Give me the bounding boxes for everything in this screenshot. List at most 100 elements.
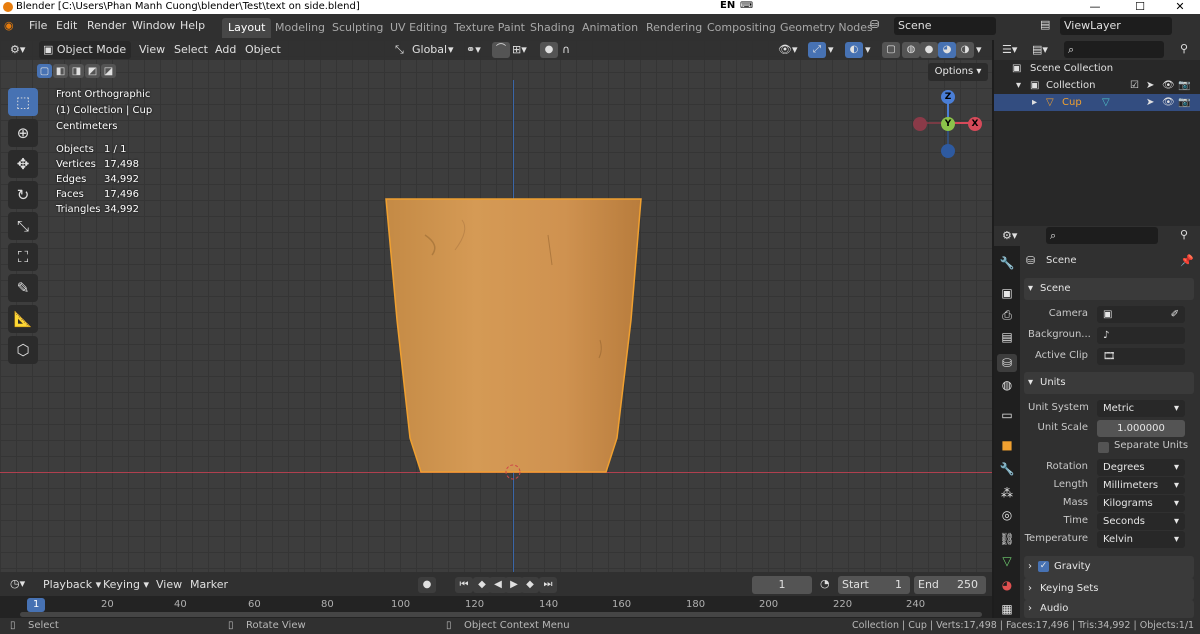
select-extend-icon[interactable]: ◧ xyxy=(53,64,68,78)
filter-icon[interactable]: ⚲ xyxy=(1180,42,1188,55)
wireframe-shading-icon[interactable]: ◍ xyxy=(902,42,920,58)
camera-icon[interactable]: 📷 xyxy=(1178,94,1190,111)
audio-panel-header[interactable]: › Audio xyxy=(1024,600,1194,618)
menu-add[interactable]: Add xyxy=(215,43,236,56)
pin-icon[interactable]: ⚲ xyxy=(1180,228,1188,241)
scene-tab-icon[interactable]: ⛁ xyxy=(997,354,1017,372)
object-tab-icon[interactable]: ■ xyxy=(997,436,1017,454)
pin-icon[interactable]: 📌 xyxy=(1180,254,1194,267)
solid-shading-icon[interactable]: ● xyxy=(920,42,938,58)
select-arrow-icon[interactable]: ➤ xyxy=(1146,77,1154,94)
data-tab-icon[interactable]: ▽ xyxy=(997,552,1017,570)
render-tab-icon[interactable]: ▣ xyxy=(997,284,1017,302)
cup-object[interactable] xyxy=(0,40,992,572)
falloff-icon[interactable]: ∩ xyxy=(562,43,570,56)
physics-tab-icon[interactable]: ◎ xyxy=(997,506,1017,524)
texture-tab-icon[interactable]: ▦ xyxy=(997,600,1017,618)
select-intersect-icon[interactable]: ◪ xyxy=(101,64,116,78)
mass-select[interactable]: Kilograms ▾ xyxy=(1097,495,1185,512)
outliner-object-cup[interactable]: ▸ ▽ Cup ▽ ➤ 👁 📷 xyxy=(994,94,1200,111)
select-box-tool-icon[interactable]: ⬚ xyxy=(8,88,38,116)
keying-sets-panel-header[interactable]: › Keying Sets xyxy=(1024,578,1194,600)
output-tab-icon[interactable]: ⎙ xyxy=(997,306,1017,324)
chevron-down-icon[interactable]: ▾ xyxy=(1016,77,1021,94)
language-indicator[interactable]: EN xyxy=(720,0,735,11)
measure-tool-icon[interactable]: 📐 xyxy=(8,305,38,333)
material-shading-icon[interactable]: ◕ xyxy=(938,42,956,58)
proportional-edit-icon[interactable]: ● xyxy=(540,42,558,58)
annotate-tool-icon[interactable]: ✎ xyxy=(8,274,38,302)
tab-rendering[interactable]: Rendering xyxy=(640,18,708,38)
options-button[interactable]: Options ▾ xyxy=(928,63,988,81)
active-clip-field[interactable]: 🎞 xyxy=(1097,348,1185,365)
gravity-checkbox[interactable]: ✓ xyxy=(1038,561,1049,572)
chevron-right-icon[interactable]: ▸ xyxy=(1032,94,1037,111)
next-keyframe-icon[interactable]: ◆ xyxy=(521,577,539,593)
display-mode-icon[interactable]: ▤▾ xyxy=(1032,43,1048,56)
properties-search-input[interactable]: ⌕ xyxy=(1046,227,1158,244)
overlay-toggle-icon[interactable]: ◐ xyxy=(845,42,863,58)
properties-editor-icon[interactable]: ⚙▾ xyxy=(1002,229,1017,242)
menu-help[interactable]: Help xyxy=(180,19,205,32)
separate-units-checkbox[interactable] xyxy=(1098,442,1109,453)
select-new-icon[interactable]: ▢ xyxy=(37,64,52,78)
tab-uv-editing[interactable]: UV Editing xyxy=(384,18,453,38)
3d-viewport[interactable]: ⚙▾ ▣ Object Mode View Select Add Object … xyxy=(0,40,992,572)
gizmo-z-axis[interactable]: Z xyxy=(941,90,955,104)
visibility-icon[interactable]: 👁▾ xyxy=(778,43,798,56)
camera-field[interactable]: ▣ ✐ xyxy=(1097,306,1185,323)
minimize-button[interactable]: — xyxy=(1075,0,1115,13)
temperature-select[interactable]: Kelvin ▾ xyxy=(1097,531,1185,548)
tab-shading[interactable]: Shading xyxy=(524,18,581,38)
select-subtract-icon[interactable]: ◨ xyxy=(69,64,84,78)
scene-panel-header[interactable]: ▾ Scene xyxy=(1024,278,1194,300)
xray-toggle-icon[interactable]: ▢ xyxy=(882,42,900,58)
menu-playback[interactable]: Playback ▾ xyxy=(43,578,101,591)
timeline-scrollbar[interactable] xyxy=(20,612,982,617)
rendered-shading-icon[interactable]: ◑ xyxy=(956,42,974,58)
outliner-search-input[interactable]: ⌕ xyxy=(1064,41,1164,58)
eye-icon[interactable]: 👁 xyxy=(1162,94,1175,111)
menu-keying[interactable]: Keying ▾ xyxy=(103,578,149,591)
units-panel-header[interactable]: ▾ Units xyxy=(1024,372,1194,394)
tab-layout[interactable]: Layout xyxy=(222,18,272,38)
view-layer-selector[interactable]: ViewLayer xyxy=(1060,17,1172,35)
material-tab-icon[interactable]: ◕ xyxy=(997,576,1017,594)
select-invert-icon[interactable]: ◩ xyxy=(85,64,100,78)
add-cube-tool-icon[interactable]: ⬡ xyxy=(8,336,38,364)
checkbox-icon[interactable]: ☑ xyxy=(1130,77,1139,94)
gizmo-dropdown-icon[interactable]: ▾ xyxy=(828,43,834,56)
view-layer-tab-icon[interactable]: ▤ xyxy=(997,328,1017,346)
scale-tool-icon[interactable]: ⤡ xyxy=(8,212,38,240)
scene-selector[interactable]: Scene xyxy=(894,17,996,35)
jump-end-icon[interactable]: ⏭ xyxy=(539,577,557,593)
record-icon[interactable]: ● xyxy=(418,577,436,593)
current-frame-field[interactable]: 1 xyxy=(752,576,812,594)
tab-modeling[interactable]: Modeling xyxy=(269,18,331,38)
snap-icon[interactable]: ⌒ xyxy=(492,42,510,58)
start-frame-field[interactable]: Start 1 xyxy=(838,576,910,594)
outliner-scene-collection[interactable]: ▣ Scene Collection xyxy=(994,60,1200,77)
stopwatch-icon[interactable]: ◔ xyxy=(820,577,830,590)
blender-menu-icon[interactable]: ◉ xyxy=(4,19,14,32)
shading-dropdown-icon[interactable]: ▾ xyxy=(976,43,982,56)
modifier-tab-icon[interactable]: 🔧 xyxy=(997,460,1017,478)
jump-start-icon[interactable]: ⏮ xyxy=(455,577,473,593)
menu-window[interactable]: Window xyxy=(132,19,175,32)
end-frame-field[interactable]: End 250 xyxy=(914,576,986,594)
gizmo-neg-z-axis[interactable] xyxy=(941,144,955,158)
outliner-collection[interactable]: ▾ ▣ Collection ☑ ➤ 👁 📷 xyxy=(994,77,1200,94)
world-tab-icon[interactable]: ◍ xyxy=(997,376,1017,394)
tab-animation[interactable]: Animation xyxy=(576,18,644,38)
mesh-data-icon[interactable]: ▽ xyxy=(1102,94,1110,111)
rotation-select[interactable]: Degrees ▾ xyxy=(1097,459,1185,476)
background-field[interactable]: ♪ xyxy=(1097,327,1185,344)
cursor-tool-icon[interactable]: ⊕ xyxy=(8,119,38,147)
particles-tab-icon[interactable]: ⁂ xyxy=(997,484,1017,502)
maximize-button[interactable]: ☐ xyxy=(1120,0,1160,13)
gizmo-x-axis[interactable]: X xyxy=(968,117,982,131)
time-select[interactable]: Seconds ▾ xyxy=(1097,513,1185,530)
length-select[interactable]: Millimeters ▾ xyxy=(1097,477,1185,494)
close-button[interactable]: ✕ xyxy=(1160,0,1200,13)
pivot-icon[interactable]: ⚭▾ xyxy=(466,43,481,56)
